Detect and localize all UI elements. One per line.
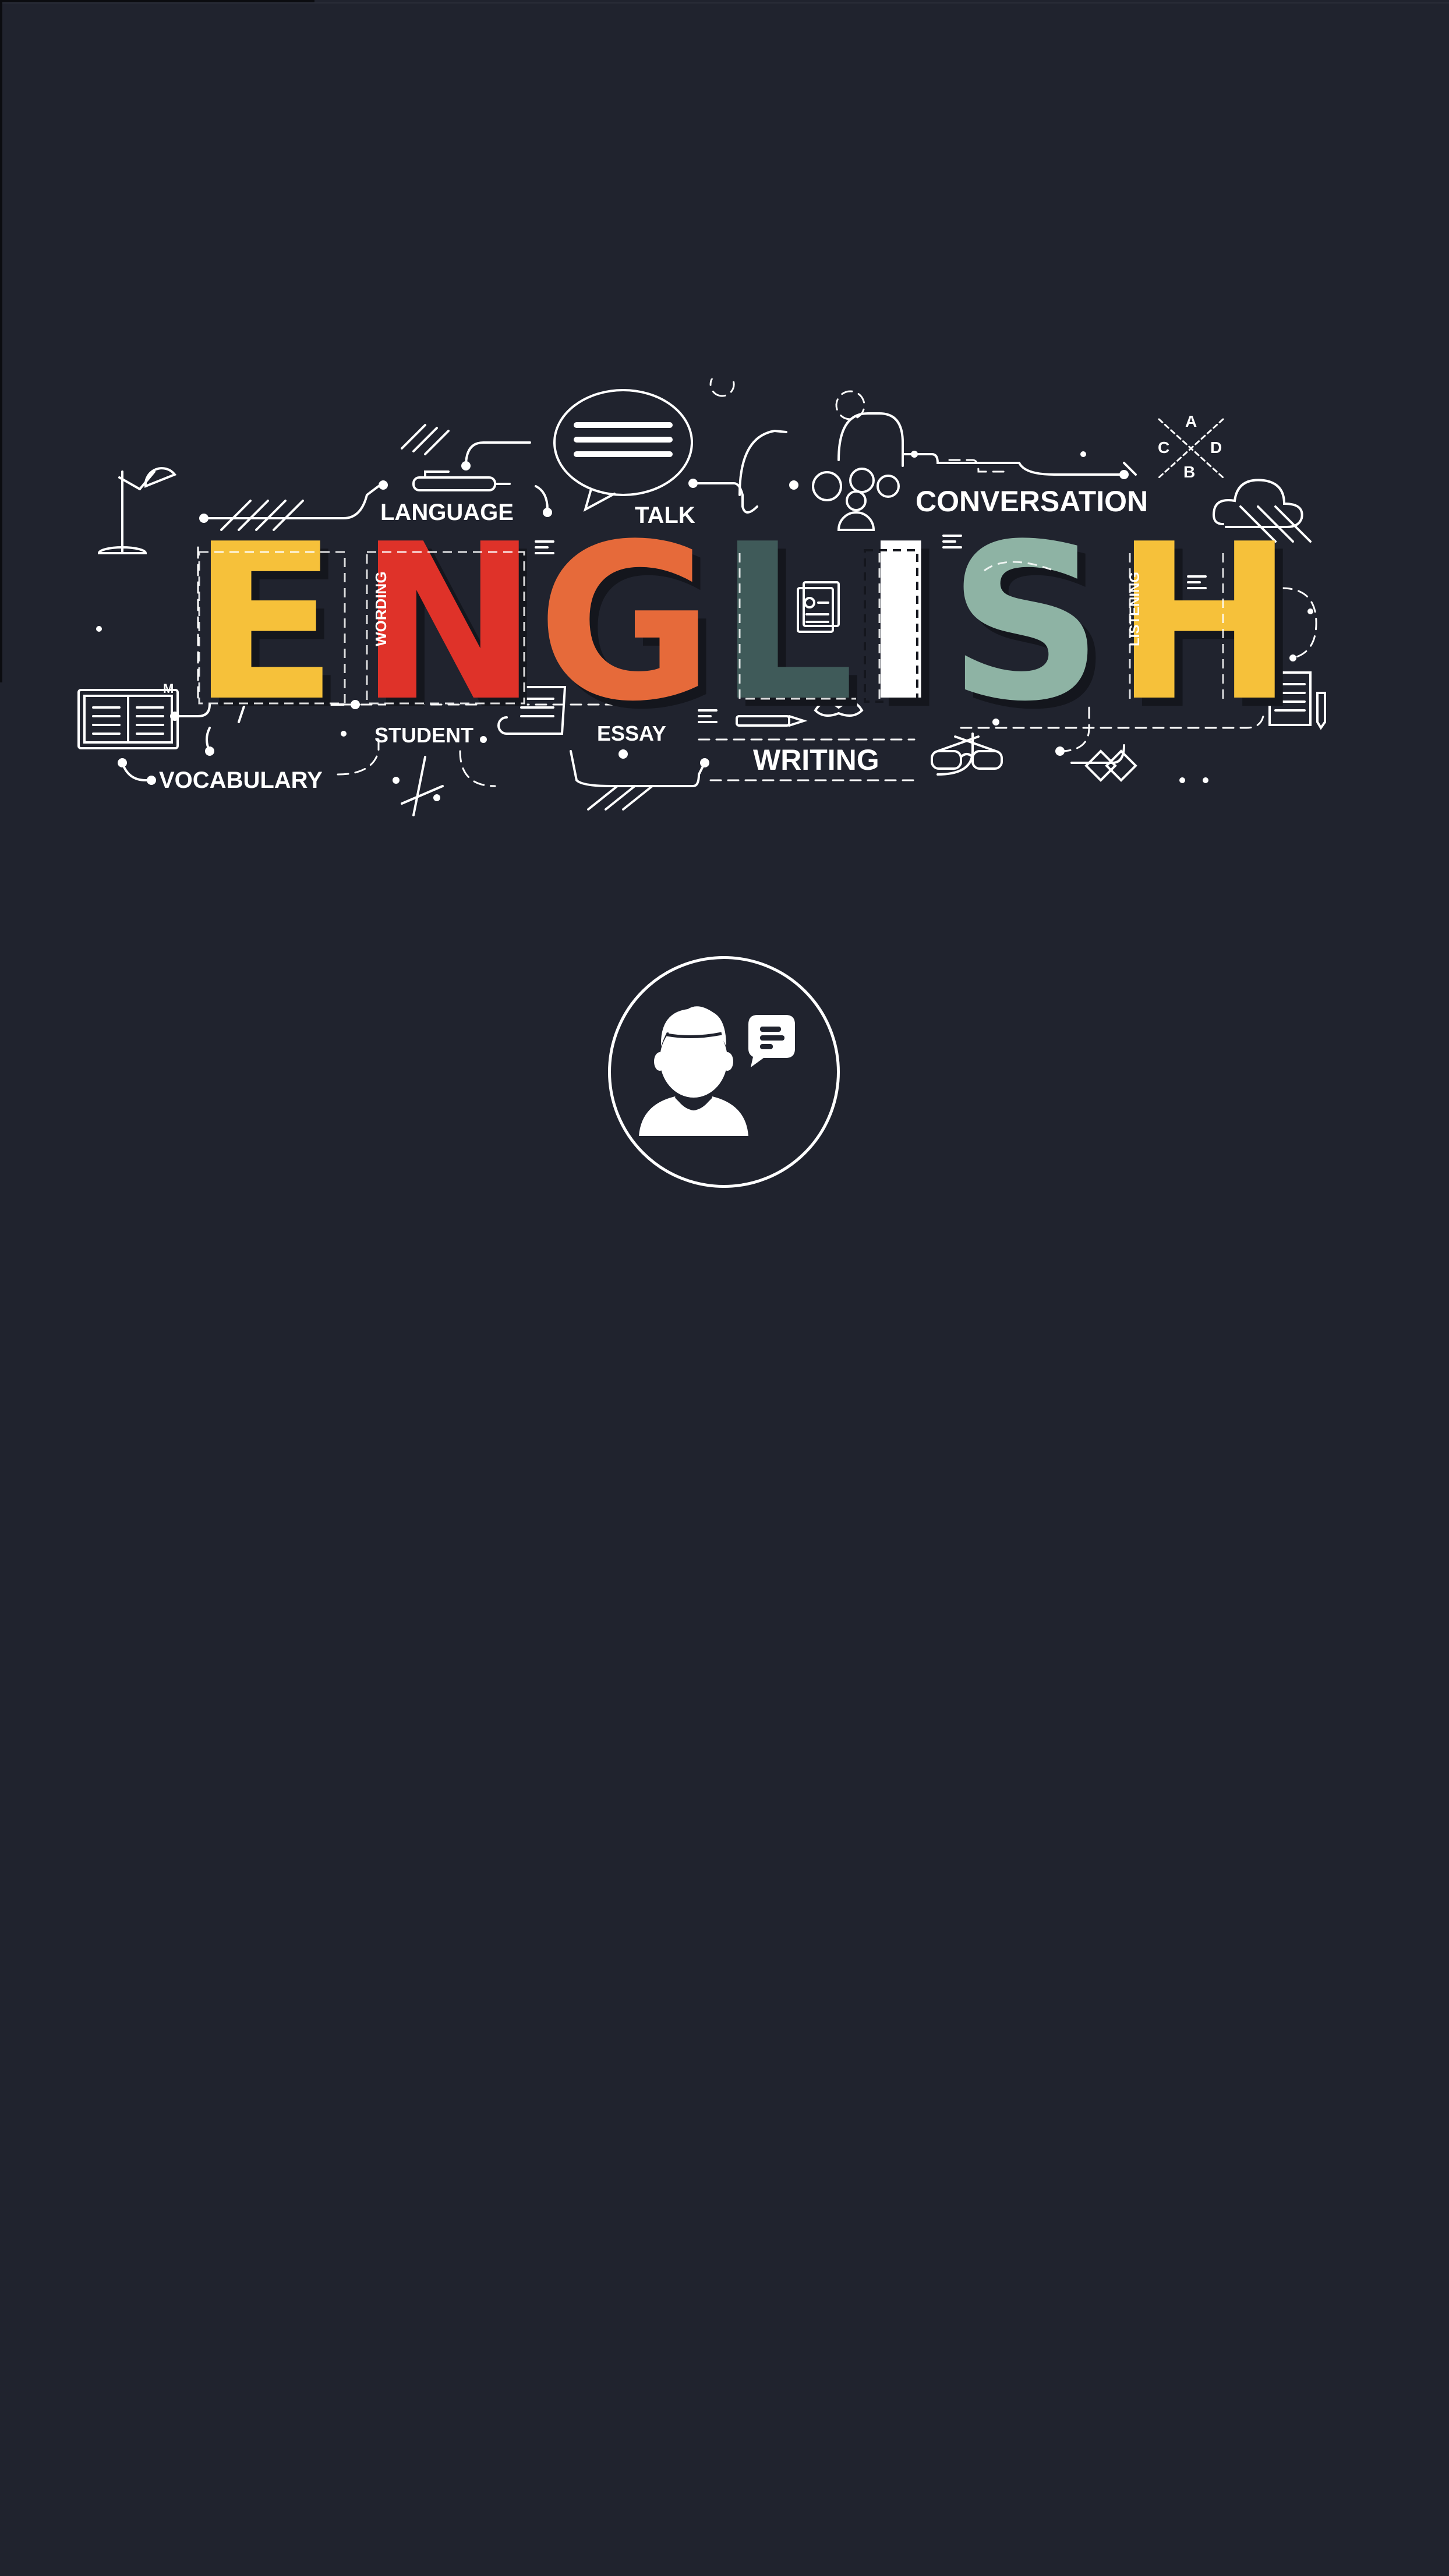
letter-e: E	[191, 498, 338, 749]
letter-s: S	[948, 498, 1103, 749]
letter-l: L	[718, 498, 855, 749]
quiz-letter-b: B	[1183, 463, 1195, 481]
label-writing: WRITING	[753, 744, 879, 776]
label-vocabulary: VOCABULARY	[159, 767, 323, 793]
label-student: STUDENT	[374, 723, 473, 747]
label-talk: TALK	[635, 503, 695, 528]
quiz-letter-a: A	[1185, 412, 1197, 430]
letter-g: G	[537, 498, 714, 749]
user-speech-bubble-icon	[639, 1006, 795, 1136]
user-chat-avatar-button[interactable]	[608, 956, 840, 1188]
label-language: LANGUAGE	[380, 500, 514, 525]
quiz-letter-d: D	[1210, 438, 1222, 457]
pen-icon	[412, 470, 511, 491]
open-book-icon	[77, 689, 179, 749]
label-conversation: CONVERSATION	[916, 485, 1148, 518]
label-listening: LISTENING	[1127, 572, 1143, 646]
quiz-letter-c: C	[1158, 438, 1169, 457]
label-wording: WORDING	[372, 571, 390, 646]
letter-i: I	[861, 498, 941, 749]
small-letter-m: M	[163, 681, 174, 696]
desk-lamp-icon	[97, 467, 177, 554]
english-hero-banner: E E N N G G L L I I S S H H WORDING LIST…	[64, 378, 1398, 833]
speech-bubble-icon	[553, 389, 693, 512]
label-essay: ESSAY	[597, 721, 666, 745]
